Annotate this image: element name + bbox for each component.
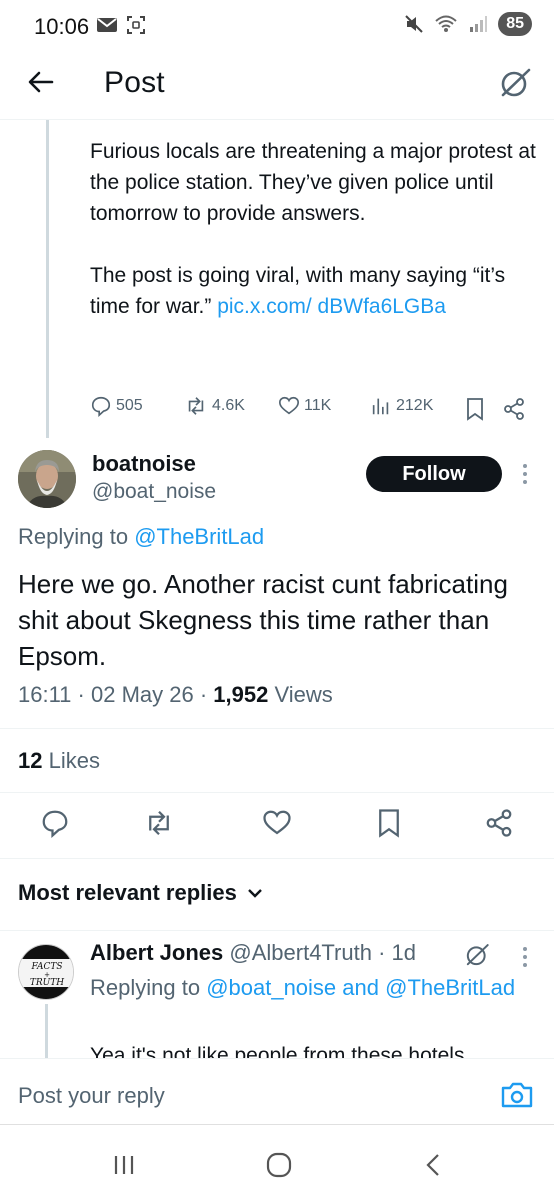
- author-handle[interactable]: @boat_noise: [92, 480, 216, 504]
- like-icon: [279, 396, 299, 415]
- replies-sort-dropdown[interactable]: Most relevant replies: [18, 880, 263, 906]
- reply-icon[interactable]: [40, 808, 70, 838]
- recent-apps-icon[interactable]: [110, 1151, 138, 1179]
- post-date: 02 May 26: [90, 682, 194, 707]
- svg-text:TRUTH: TRUTH: [30, 978, 64, 988]
- replying-to-link[interactable]: @TheBritLad: [134, 524, 264, 549]
- post-text: Here we go. Another racist cunt fabricat…: [18, 569, 508, 671]
- previous-post-paragraph: Furious locals are threatening a major p…: [90, 140, 536, 225]
- divider: [0, 930, 554, 931]
- bookmark-icon[interactable]: [374, 808, 404, 838]
- avatar-image: [18, 450, 76, 508]
- chevron-down-icon: [248, 889, 262, 898]
- follow-button[interactable]: Follow: [366, 456, 502, 492]
- author-avatar[interactable]: [18, 450, 76, 508]
- avatar-image: FACTS + TRUTH: [19, 945, 73, 999]
- thread-line: [46, 120, 49, 438]
- previous-post-text[interactable]: Furious locals are threatening a major p…: [90, 136, 540, 353]
- like-icon[interactable]: [262, 808, 292, 838]
- previous-post-actions: 505 4.6K 11K 212K: [90, 395, 530, 423]
- author-name[interactable]: boatnoise: [92, 451, 196, 477]
- signal-icon: [470, 16, 488, 32]
- wifi-icon: [435, 15, 457, 32]
- grok-icon[interactable]: [464, 942, 490, 968]
- top-app-bar: Post: [0, 54, 554, 120]
- reply-header[interactable]: Albert Jones @Albert4Truth · 1d: [90, 940, 416, 966]
- repost-icon: [188, 397, 204, 415]
- divider: [0, 728, 554, 729]
- status-bar: 10:06 85: [0, 0, 554, 54]
- replying-to-link[interactable]: @TheBritLad: [385, 975, 515, 1000]
- views-icon: [372, 398, 389, 415]
- battery-indicator: 85: [498, 12, 532, 36]
- mail-icon: [97, 18, 117, 32]
- repost-icon[interactable]: [144, 808, 174, 838]
- likes-count: 12: [18, 748, 43, 773]
- back-nav-icon[interactable]: [420, 1151, 448, 1179]
- views-action[interactable]: 212K: [370, 395, 433, 417]
- divider: [0, 858, 554, 859]
- views-count: 1,952: [213, 682, 269, 707]
- camera-icon[interactable]: [500, 1081, 534, 1109]
- reply-replying-to: Replying to @boat_noise and @TheBritLad: [90, 975, 516, 1000]
- post-time: 16:11: [18, 682, 72, 707]
- back-arrow-icon[interactable]: [26, 67, 56, 97]
- replying-to-link[interactable]: @boat_noise: [206, 975, 336, 1000]
- reply-text[interactable]: Yea it's not like people from these hote…: [90, 1040, 530, 1058]
- system-nav-bar: [0, 1125, 554, 1200]
- thread-line: [45, 1004, 48, 1060]
- replying-to: Replying to @TheBritLad: [18, 524, 265, 549]
- page-title: Post: [104, 66, 165, 99]
- reply-action[interactable]: 505: [90, 395, 143, 417]
- repost-action[interactable]: 4.6K: [184, 395, 245, 417]
- previous-post-paragraph: The post is going viral, with many sayin…: [90, 264, 506, 318]
- reply-author-handle: @Albert4Truth: [229, 940, 372, 965]
- post-meta: 16:11 · 02 May 26 · 1,952 Views: [18, 682, 333, 707]
- grok-icon[interactable]: [498, 66, 532, 100]
- like-action[interactable]: 11K: [278, 395, 331, 417]
- media-link[interactable]: pic.x.com/ dBWfa6LGBa: [217, 295, 446, 318]
- divider: [0, 792, 554, 793]
- replies-sort-label: Most relevant replies: [18, 880, 237, 905]
- likes-summary[interactable]: 12 Likes: [18, 748, 100, 774]
- bookmark-icon[interactable]: [464, 397, 486, 421]
- more-icon[interactable]: [520, 462, 530, 486]
- screenshot-icon: [127, 16, 145, 34]
- reply-composer: Post your reply: [0, 1058, 554, 1124]
- status-time: 10:06: [34, 14, 90, 39]
- mute-icon: [405, 15, 423, 33]
- reply-author-avatar[interactable]: FACTS + TRUTH: [18, 944, 74, 1000]
- reply-author-name: Albert Jones: [90, 940, 224, 965]
- reply-icon: [91, 396, 111, 417]
- post-actions: [0, 808, 554, 844]
- share-icon[interactable]: [484, 808, 514, 838]
- home-icon[interactable]: [265, 1151, 293, 1179]
- reply-input[interactable]: Post your reply: [18, 1083, 165, 1109]
- share-icon[interactable]: [502, 397, 526, 421]
- reply-age: · 1d: [378, 940, 417, 965]
- more-icon[interactable]: [520, 946, 530, 968]
